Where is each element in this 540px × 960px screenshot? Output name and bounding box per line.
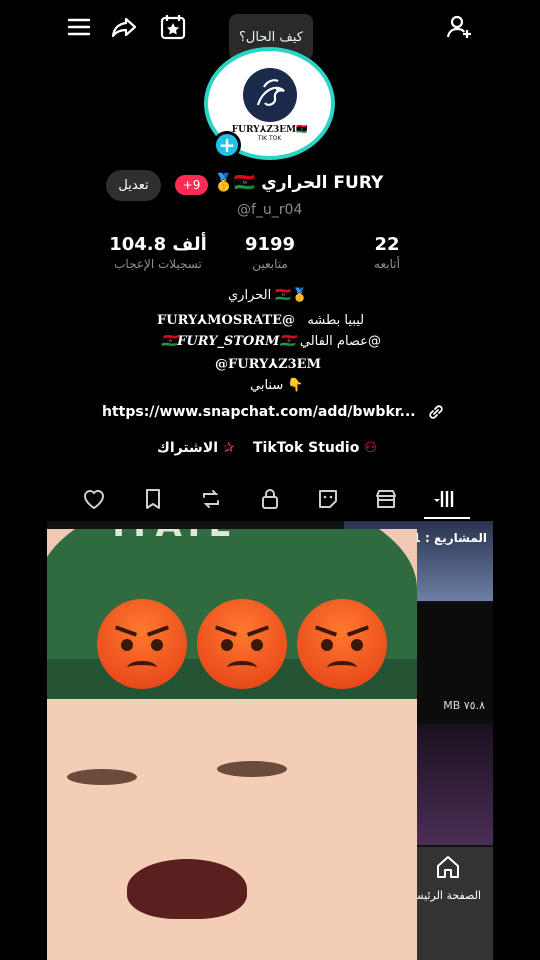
stat-followers[interactable]: 9199 متابعين — [232, 234, 308, 271]
overlay-sticker-image: TFATE — [47, 529, 417, 960]
bio-line-1: الحراري 🇱🇾🥇 — [228, 288, 308, 303]
stat-likes-value: 104.8 ألف — [109, 234, 207, 255]
avatar-name-text: FURY⅄Z3EM🇱🇾 — [231, 125, 308, 135]
tab-private[interactable] — [257, 486, 285, 514]
baby-mouth — [127, 859, 247, 919]
subscribe-button[interactable]: الاشتراك ✰ — [157, 440, 235, 456]
angry-emoji-icon — [197, 599, 287, 689]
add-story-button[interactable]: + — [213, 131, 241, 159]
stat-following-label: أتابعه — [374, 257, 400, 271]
bookmark-icon — [146, 489, 160, 509]
heart-icon — [83, 490, 105, 510]
angry-emoji-icon — [297, 599, 387, 689]
stat-followers-label: متابعين — [252, 257, 288, 271]
drafts-label: المشاريع : 1 — [412, 531, 487, 545]
profile-screen: كيف الحال؟ FURY⅄Z3EM🇱🇾 TIK TOK + تعديل +… — [47, 0, 493, 960]
tab-favorites[interactable] — [140, 486, 168, 514]
sticker-icon — [319, 490, 337, 508]
stat-likes[interactable]: 104.8 ألف تسجيلات الإعجاب — [103, 234, 213, 271]
grid-icon — [434, 491, 454, 507]
menu-icon[interactable] — [64, 12, 94, 42]
dragon-logo-icon — [242, 68, 297, 122]
tab-liked[interactable] — [81, 486, 109, 514]
username: @f_u_r04 — [237, 202, 303, 218]
bio-link-text[interactable]: https://www.snapchat.com/add/bwbkr... — [102, 404, 416, 420]
tab-reposts[interactable] — [198, 486, 226, 514]
link-icon — [428, 405, 443, 419]
store-icon — [376, 490, 396, 508]
stat-following[interactable]: 22 أتابعه — [357, 234, 417, 271]
video-size-label: MB ٧٥.٨ — [443, 699, 485, 712]
stat-likes-label: تسجيلات الإعجاب — [114, 257, 202, 271]
subscribe-icon: ✰ — [222, 440, 235, 456]
tab-stickers[interactable] — [315, 486, 343, 514]
active-tab-indicator — [424, 517, 470, 519]
tab-shop[interactable] — [373, 486, 401, 514]
studio-label: TikTok Studio — [253, 440, 360, 456]
bio-text-esam: عصام الفالي@ — [299, 334, 381, 349]
bio-mention-z3em[interactable]: @FURY⅄Z3EM — [215, 357, 321, 372]
baby-eye — [217, 761, 287, 777]
subscribe-label: الاشتراك — [157, 440, 219, 456]
angry-emoji-icon — [97, 599, 187, 689]
bio-line-3: 🇱🇾FURY_STORM🇱🇾 عصام الفالي@ — [161, 334, 381, 349]
bio-link[interactable]: https://www.snapchat.com/add/bwbkr... — [102, 403, 445, 421]
share-icon[interactable] — [110, 12, 140, 42]
add-person-icon[interactable] — [445, 12, 475, 42]
edit-profile-button[interactable]: تعديل — [106, 170, 161, 201]
bio-mention-mosrate[interactable]: FURY⅄MOSRATE@ — [157, 313, 295, 328]
badge-count[interactable]: +9 — [175, 175, 208, 195]
baby-eye — [67, 769, 137, 785]
bio-line-2: FURY⅄MOSRATE@ ليبيا بطشه — [157, 313, 364, 328]
profile-tabs — [47, 478, 493, 520]
home-icon[interactable] — [434, 853, 462, 881]
stat-following-value: 22 — [374, 234, 400, 255]
lock-icon — [262, 489, 278, 509]
baby-face — [47, 689, 417, 960]
repost-icon — [203, 490, 219, 508]
tiktok-studio-button[interactable]: TikTok Studio ⚇ — [253, 440, 377, 456]
avatar-sub-text: TIK TOK — [257, 135, 282, 142]
calendar-star-icon[interactable] — [158, 12, 188, 42]
bio-line-snap: سنابي 👇 — [250, 378, 304, 393]
studio-icon: ⚇ — [364, 440, 377, 456]
video-grid: المشاريع : 1 MB ٧٥.٨ الصفحة الرئيسية TFA… — [47, 521, 493, 960]
hat-text: TFATE — [107, 529, 235, 545]
display-name: 🥇🇱🇾 الحراري FURY — [213, 173, 384, 193]
stat-followers-value: 9199 — [244, 234, 296, 255]
bio-text-libya: ليبيا بطشه — [307, 313, 365, 328]
tab-videos[interactable] — [432, 486, 460, 514]
bio-mention-storm[interactable]: 🇱🇾FURY_STORM🇱🇾 — [161, 334, 296, 349]
